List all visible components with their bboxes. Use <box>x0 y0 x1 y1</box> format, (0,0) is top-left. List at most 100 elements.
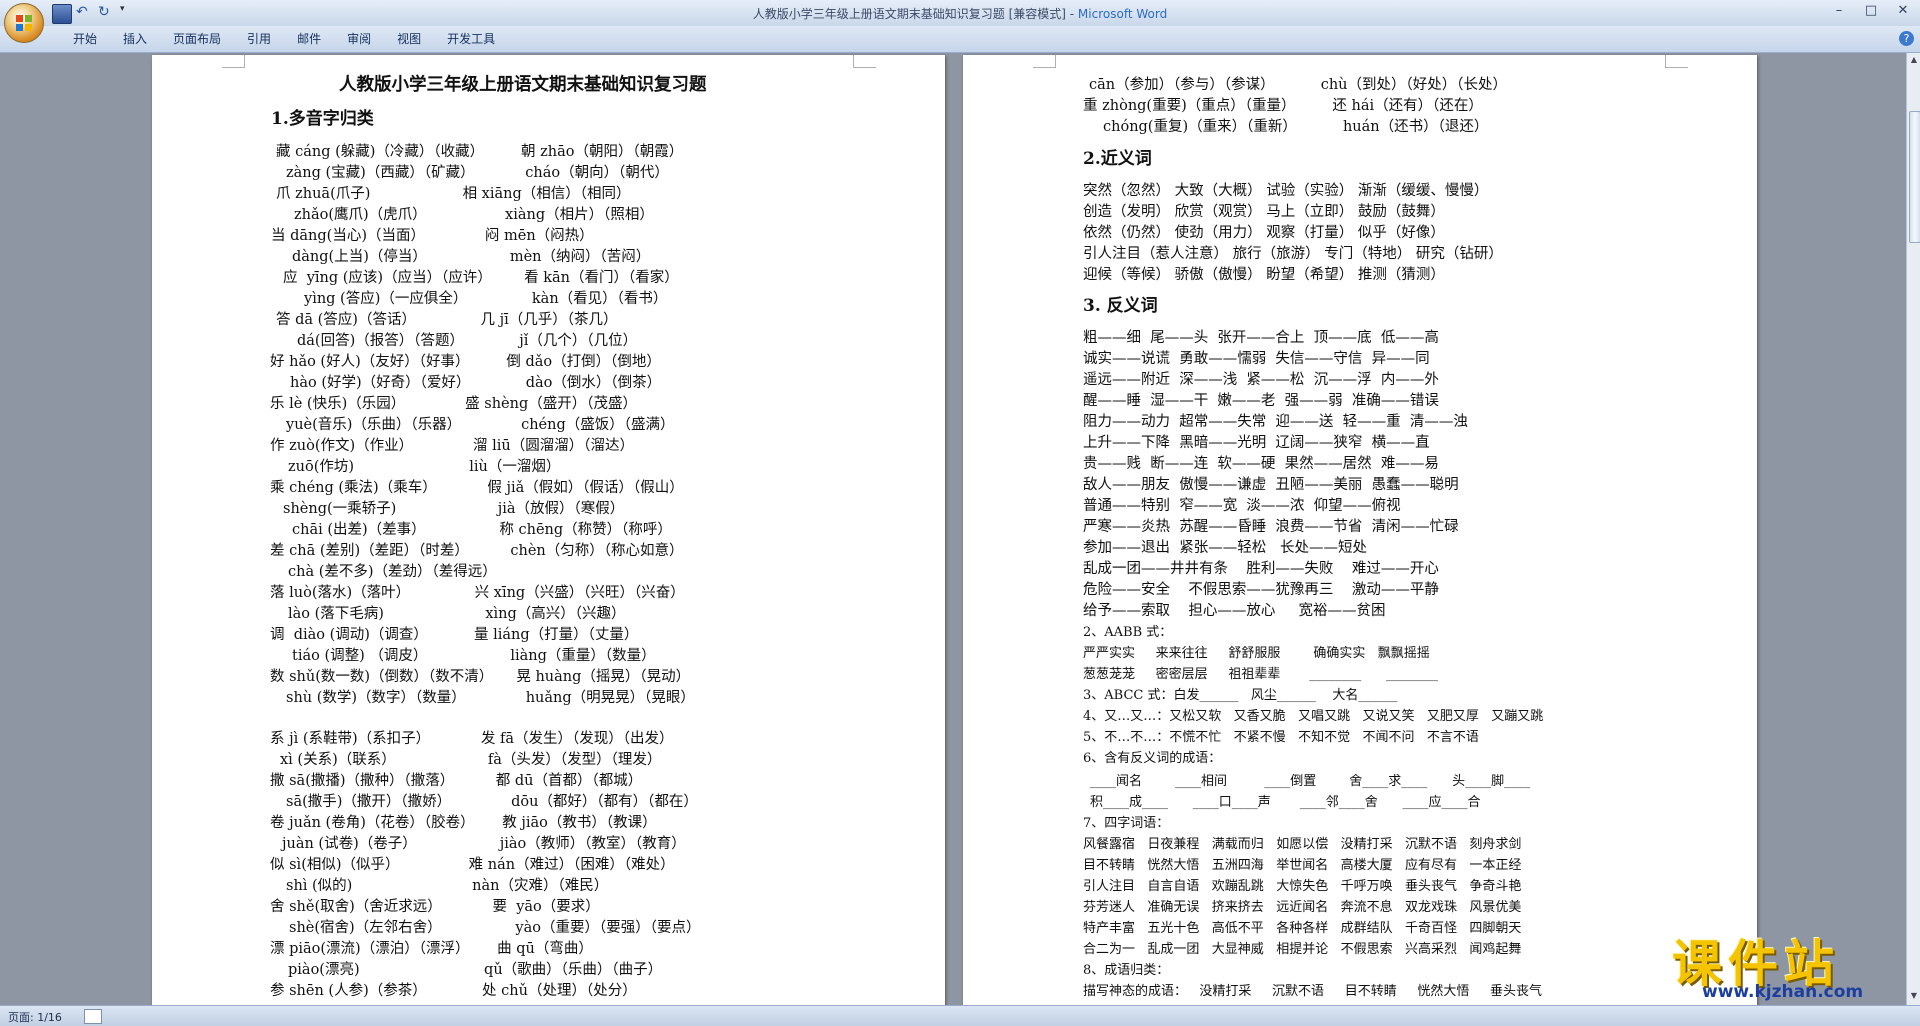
document-text-line[interactable]: hào (好学)（好奇）（爱好） dào（倒水）（倒茶） <box>290 373 661 393</box>
document-text-line[interactable]: 引人注目 自言自语 欢蹦乱跳 大惊失色 千呼万唤 垂头丧气 争奇斗艳 <box>1083 877 1521 897</box>
section-heading[interactable]: 2.近义词 <box>1083 149 1152 169</box>
document-text-line[interactable]: chóng(重复)（重来）（重新） huán（还书）（退还） <box>1103 117 1488 137</box>
document-text-line[interactable]: 当 dāng(当心)（当面） 闷 mēn（闷热） <box>271 226 594 246</box>
document-workspace[interactable]: 人教版小学三年级上册语文期末基础知识复习题 1.多音字归类藏 cáng (躲藏)（… <box>0 53 1906 1005</box>
document-text-line[interactable]: 差 chā (差别)（差距）（时差） chèn（匀称）（称心如意） <box>270 541 684 561</box>
document-text-line[interactable]: 4、又…又…：又松又软 又香又脆 又唱又跳 又说又笑 又肥又厚 又蹦又跳 <box>1083 707 1543 727</box>
document-text-line[interactable]: 乘 chéng (乘法)（乘车） 假 jiǎ（假如）（假话）（假山） <box>270 478 684 498</box>
document-text-line[interactable]: 引人注目（惹人注意） 旅行（旅游） 专门（特地） 研究（钻研） <box>1083 244 1503 264</box>
document-text-line[interactable]: 依然（仍然） 使劲（用力） 观察（打量） 似乎（好像） <box>1083 223 1445 243</box>
help-icon[interactable]: ? <box>1899 31 1914 46</box>
section-heading[interactable]: 3. 反义词 <box>1083 296 1158 316</box>
document-text-line[interactable]: 漂 piāo(漂流)（漂泊）（漂浮） 曲 qū（弯曲） <box>270 939 593 959</box>
document-text-line[interactable]: 粗——细 尾——头 张开——合上 顶——底 低——高 <box>1083 328 1439 348</box>
document-text-line[interactable]: chāi (出差)（差事） 称 chēng（称赞）（称呼） <box>292 520 672 540</box>
document-text-line[interactable]: 突然（忽然） 大致（大概） 试验（实验） 渐渐（缓缓、慢慢） <box>1083 181 1488 201</box>
document-text-line[interactable]: zuō(作坊) liù（一溜烟） <box>288 457 560 477</box>
document-text-line[interactable]: 严寒——炎热 苏醒——昏睡 浪费——节省 清闲——忙碌 <box>1083 517 1459 537</box>
scrollbar-thumb[interactable] <box>1909 111 1920 243</box>
document-text-line[interactable]: 遥远——附近 深——浅 紧——松 沉——浮 内——外 <box>1083 370 1439 390</box>
document-text-line[interactable]: 乐 lè (快乐)（乐园） 盛 shèng（盛开）（茂盛） <box>270 394 637 414</box>
document-text-line[interactable]: cān（参加）（参与）（参谋） chù（到处）（好处）（长处） <box>1089 75 1507 95</box>
document-text-line[interactable]: 撒 sā(撒播)（撒种）（撒落） 都 dū（首都）（都城） <box>270 771 642 791</box>
document-text-line[interactable]: 重 zhòng(重要)（重点）（重量） 还 hái（还有）（还在） <box>1083 96 1483 116</box>
document-text-line[interactable]: 调 diào (调动)（调查） 量 liáng（打量）（丈量） <box>270 625 638 645</box>
document-heading-title[interactable]: 人教版小学三年级上册语文期末基础知识复习题 <box>339 75 707 95</box>
maximize-button[interactable]: □ <box>1860 3 1882 18</box>
tab-home[interactable]: 开始 <box>60 30 110 47</box>
document-text-line[interactable]: 葱葱茏茏 密密层层 祖祖辈辈 ________ ________ <box>1083 665 1438 685</box>
document-text-line[interactable]: 舍 shě(取舍)（舍近求远） 要 yāo（要求） <box>270 897 600 917</box>
tab-insert[interactable]: 插入 <box>110 30 160 47</box>
document-text-line[interactable]: 严严实实 来来往往 舒舒服服 确确实实 飘飘摇摇 <box>1083 644 1430 664</box>
document-text-line[interactable]: 诚实——说谎 勇敢——懦弱 失信——守信 异——同 <box>1083 349 1430 369</box>
document-text-line[interactable]: ____闻名 ____相间 ____倒置 舍____求____ 头____脚__… <box>1090 772 1530 792</box>
document-text-line[interactable]: 藏 cáng (躲藏)（冷藏）（收藏） 朝 zhāo（朝阳）（朝霞） <box>276 142 683 162</box>
document-text-line[interactable]: 芬芳迷人 准确无误 挤来挤去 远近闻名 奔流不息 双龙戏珠 风景优美 <box>1083 898 1521 918</box>
document-text-line[interactable]: 创造（发明） 欣赏（观赏） 马上（立即） 鼓励（鼓舞） <box>1083 202 1445 222</box>
document-text-line[interactable]: 2、AABB 式： <box>1083 623 1172 643</box>
document-text-line[interactable]: tiáo (调整) （调皮） liàng（重量）（数量） <box>292 646 656 666</box>
document-text-line[interactable]: juàn (试卷)（卷子） jiào（教师）（教室）（教育） <box>282 834 686 854</box>
document-text-line[interactable]: 合二为一 乱成一团 大显神威 相提并论 不假思索 兴高采烈 闻鸡起舞 <box>1083 940 1521 960</box>
scroll-up-icon[interactable]: ▲ <box>1908 55 1920 67</box>
document-text-line[interactable]: 6、含有反义词的成语： <box>1083 749 1221 769</box>
document-text-line[interactable]: 敌人——朋友 傲慢——谦虚 丑陋——美丽 愚蠢——聪明 <box>1083 475 1459 495</box>
document-text-line[interactable]: 爪 zhuā(爪子) 相 xiāng（相信）（相同） <box>276 184 631 204</box>
document-text-line[interactable]: 目不转睛 恍然大悟 五洲四海 举世闻名 高楼大厦 应有尽有 一本正经 <box>1083 856 1521 876</box>
document-text-line[interactable]: 普通——特别 窄——宽 淡——浓 仰望——俯视 <box>1083 496 1401 516</box>
document-text-line[interactable]: 应 yīng (应该)（应当）（应许） 看 kān（看门）（看家） <box>283 268 679 288</box>
document-text-line[interactable]: 系 jì (系鞋带)（系扣子） 发 fā（发生）（发现）（出发） <box>270 729 674 749</box>
document-text-line[interactable]: shè(宿舍)（左邻右舍） yào（重要）（要强）（要点） <box>289 918 701 938</box>
document-text-line[interactable]: 数 shǔ(数一数)（倒数）（数不清） 晃 huàng（摇晃）（晃动） <box>270 667 690 687</box>
document-text-line[interactable]: yuè(音乐)（乐曲）（乐器） chéng（盛饭）（盛满） <box>286 415 675 435</box>
document-text-line[interactable]: 特产丰富 五光十色 高低不平 各种各样 成群结队 千奇百怪 四脚朝天 <box>1083 919 1521 939</box>
document-text-line[interactable]: zhǎo(鹰爪)（虎爪） xiàng（相片）（照相） <box>294 205 654 225</box>
tab-references[interactable]: 引用 <box>234 30 284 47</box>
document-text-line[interactable]: 卷 juǎn (卷角)（花卷）（胶卷） 教 jiāo（教书）（教课） <box>270 813 657 833</box>
document-text-line[interactable]: 答 dā (答应)（答话） 几 jī（几乎）（茶几） <box>276 310 617 330</box>
document-text-line[interactable]: xì (关系)（联系） fà（头发）（发型）（理发） <box>280 750 661 770</box>
document-text-line[interactable]: 上升——下降 黑暗——光明 辽阔——狭窄 横——直 <box>1083 433 1430 453</box>
proofing-icon[interactable] <box>84 1009 102 1024</box>
document-text-line[interactable]: 阻力——动力 超常——失常 迎——送 轻——重 清——浊 <box>1083 412 1468 432</box>
document-text-line[interactable]: 危险——安全 不假思索——犹豫再三 激动——平静 <box>1083 580 1439 600</box>
document-text-line[interactable]: shèng(一乘轿子) jià（放假）（寒假） <box>283 499 624 519</box>
tab-developer[interactable]: 开发工具 <box>434 30 508 47</box>
minimize-button[interactable]: – <box>1828 3 1850 18</box>
document-text-line[interactable]: dá(回答)（报答）（答题） jǐ（几个）（几位） <box>297 331 637 351</box>
document-text-line[interactable]: 似 sì(相似)（似乎） 难 nán（难过）（困难）（难处） <box>270 855 675 875</box>
document-text-line[interactable]: zàng (宝藏)（西藏）（矿藏） cháo（朝向）（朝代） <box>286 163 669 183</box>
tab-page-layout[interactable]: 页面布局 <box>160 30 234 47</box>
scroll-down-icon[interactable]: ▼ <box>1908 991 1920 1003</box>
page-counter[interactable]: 页面: 1/16 <box>8 1009 62 1025</box>
document-text-line[interactable]: shù (数学)（数字）（数量） huǎng（明晃晃）（晃眼） <box>286 688 695 708</box>
document-text-line[interactable]: piào(漂亮) qǔ（歌曲）（乐曲）（曲子） <box>288 960 662 980</box>
document-text-line[interactable]: lào (落下毛病) xìng（高兴）（兴趣） <box>288 604 626 624</box>
close-button[interactable]: ✕ <box>1892 3 1914 18</box>
document-text-line[interactable]: 积____成____ ____口____声 ____邻____舍 ____应__… <box>1090 793 1481 813</box>
document-page-2[interactable]: cān（参加）（参与）（参谋） chù（到处）（好处）（长处）重 zhòng(重… <box>963 55 1757 1005</box>
document-text-line[interactable]: 好 hǎo (好人)（友好）（好事） 倒 dǎo（打倒）（倒地） <box>270 352 661 372</box>
document-text-line[interactable]: chà (差不多)（差劲）（差得远） <box>288 562 497 582</box>
document-text-line[interactable]: 8、成语归类： <box>1083 961 1169 981</box>
document-text-line[interactable]: 醒——睡 湿——干 嫩——老 强——弱 准确——错误 <box>1083 391 1439 411</box>
document-page-1[interactable]: 人教版小学三年级上册语文期末基础知识复习题 1.多音字归类藏 cáng (躲藏)（… <box>152 55 945 1005</box>
document-text-line[interactable]: 给予——索取 担心——放心 宽裕——贫困 <box>1083 601 1385 621</box>
document-text-line[interactable]: 落 luò(落水)（落叶） 兴 xīng（兴盛）（兴旺）（兴奋） <box>270 583 685 603</box>
document-text-line[interactable]: 迎候（等候） 骄傲（傲慢） 盼望（希望） 推测（猜测） <box>1083 265 1445 285</box>
document-text-line[interactable]: 乱成一团——井井有条 胜利——失败 难过——开心 <box>1083 559 1439 579</box>
office-button[interactable] <box>4 3 44 43</box>
document-text-line[interactable]: yìng (答应)（一应俱全） kàn（看见）（看书） <box>304 289 667 309</box>
document-text-line[interactable]: sā(撒手)（撒开）（撒娇） dōu（都好）（都有）（都在） <box>286 792 698 812</box>
document-text-line[interactable]: shì (似的) nàn（灾难）（难民） <box>286 876 608 896</box>
tab-review[interactable]: 审阅 <box>334 30 384 47</box>
document-text-line[interactable]: 描写神态的成语： 没精打采 沉默不语 目不转睛 恍然大悟 垂头丧气 <box>1083 982 1542 1002</box>
section-heading[interactable]: 1.多音字归类 <box>271 109 374 129</box>
document-text-line[interactable]: 参 shēn (人参)（参茶） 处 chǔ（处理）（处分） <box>270 981 637 1001</box>
document-text-line[interactable]: 作 zuò(作文)（作业） 溜 liū（圆溜溜）（溜达） <box>270 436 634 456</box>
document-text-line[interactable]: dàng(上当)（停当） mèn（纳闷）（苦闷） <box>292 247 650 267</box>
vertical-scrollbar[interactable]: ▲ ▼ <box>1906 53 1920 1005</box>
document-text-line[interactable]: 参加——退出 紧张——轻松 长处——短处 <box>1083 538 1367 558</box>
document-text-line[interactable]: 5、不…不…：不慌不忙 不紧不慢 不知不觉 不闻不问 不言不语 <box>1083 728 1479 748</box>
